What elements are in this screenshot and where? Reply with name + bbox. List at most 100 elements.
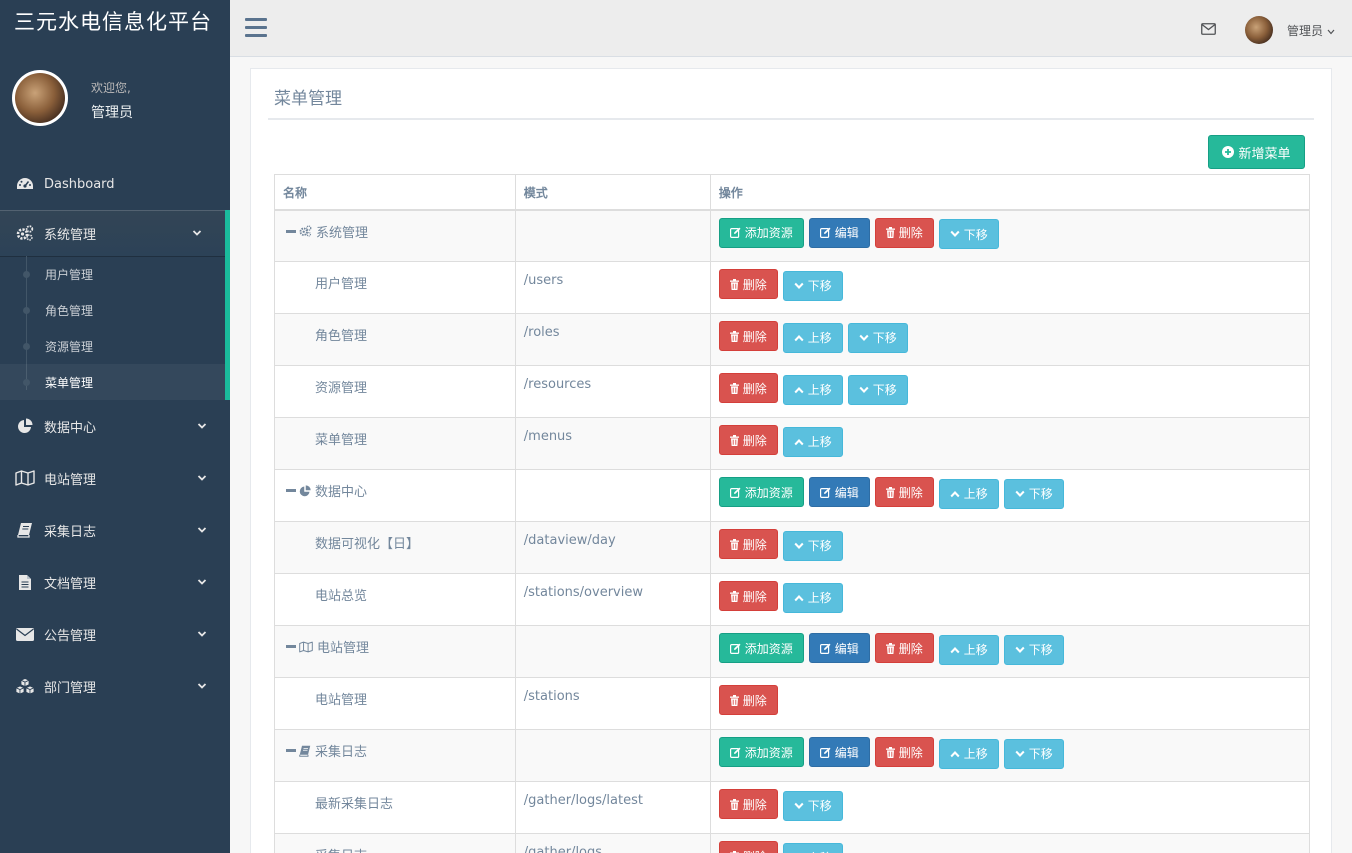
submenu-item[interactable]: 资源管理 xyxy=(0,328,225,364)
button-label: 下移 xyxy=(807,279,832,293)
delete-button[interactable]: 删除 xyxy=(718,373,778,403)
delete-button[interactable]: 删除 xyxy=(718,841,778,853)
move-down-button[interactable]: 下移 xyxy=(782,270,843,301)
edit-button[interactable]: 编辑 xyxy=(808,477,870,507)
delete-button[interactable]: 删除 xyxy=(718,529,778,559)
group-name-cell[interactable]: 系统管理 xyxy=(283,222,507,241)
dashboard-icon xyxy=(15,174,35,194)
pattern-cell: /stations xyxy=(514,677,711,730)
delete-button[interactable]: 删除 xyxy=(718,581,778,611)
sidebar-item-label: 文档管理 xyxy=(44,576,97,592)
edit-button[interactable]: 编辑 xyxy=(808,217,870,248)
delete-button[interactable]: 删除 xyxy=(874,633,934,663)
group-name-cell[interactable]: 数据中心 xyxy=(283,481,507,500)
add-menu-button[interactable]: 新增菜单 xyxy=(1208,135,1305,169)
delete-button[interactable]: 删除 xyxy=(718,425,778,455)
move-up-button[interactable]: 上移 xyxy=(782,322,843,353)
table-row: 数据可视化【日】 /dataview/day 删除 下移 xyxy=(274,521,1311,574)
user-dropdown[interactable]: 管理员 xyxy=(1287,22,1335,39)
brand-title[interactable]: 三元水电信息化平台 xyxy=(0,0,230,48)
chevron-down-icon xyxy=(794,802,808,810)
table-row: 电站管理/stations 删除 xyxy=(274,677,1311,730)
menu-toggle-icon[interactable] xyxy=(245,18,267,38)
add-resource-button[interactable]: 添加资源 xyxy=(718,217,804,248)
delete-button[interactable]: 删除 xyxy=(718,269,778,299)
actions-cell: 删除 xyxy=(709,677,1311,730)
button-label: 上移 xyxy=(963,643,988,657)
move-up-button[interactable]: 上移 xyxy=(938,738,999,769)
row-name: 用户管理 xyxy=(315,277,368,292)
move-down-button[interactable]: 下移 xyxy=(1003,738,1064,769)
sidebar-item-1[interactable]: 系统管理 xyxy=(0,210,230,256)
row-name: 电站管理 xyxy=(317,641,370,656)
submenu-item[interactable]: 用户管理 xyxy=(0,256,225,292)
name-cell: 菜单管理 xyxy=(274,417,516,470)
pattern-cell: /roles xyxy=(514,313,711,366)
cogs-icon xyxy=(299,225,312,237)
button-label: 上移 xyxy=(808,849,832,853)
trash-icon xyxy=(729,434,743,446)
edit-button[interactable]: 编辑 xyxy=(808,633,870,663)
button-label: 添加资源 xyxy=(744,641,793,656)
submenu-item[interactable]: 菜单管理 xyxy=(0,364,225,400)
sidebar: 三元水电信息化平台 欢迎您, 管理员 Dashboard 系统管理 用户管理 角色管理… xyxy=(0,0,230,853)
actions-cell: 添加资源 编辑 删除 下移 xyxy=(709,209,1311,262)
delete-button[interactable]: 删除 xyxy=(718,321,778,351)
collapse-icon[interactable] xyxy=(286,645,296,648)
column-header-pattern: 模式 xyxy=(514,174,711,211)
table-row: 资源管理/resources 删除 上移 下移 xyxy=(274,365,1311,418)
pie-chart-icon xyxy=(15,416,35,436)
chevron-down-icon xyxy=(794,542,808,550)
row-name: 系统管理 xyxy=(316,225,369,241)
move-down-button[interactable]: 下移 xyxy=(782,530,843,561)
move-up-button[interactable]: 上移 xyxy=(782,582,843,613)
chevron-up-icon xyxy=(794,594,808,602)
group-name-cell[interactable]: 电站管理 xyxy=(283,637,507,656)
move-down-button[interactable]: 下移 xyxy=(1003,478,1064,509)
collapse-icon[interactable] xyxy=(286,489,296,492)
move-up-button[interactable]: 上移 xyxy=(782,842,843,853)
add-resource-button[interactable]: 添加资源 xyxy=(718,737,804,767)
button-label: 编辑 xyxy=(834,641,859,656)
move-down-button[interactable]: 下移 xyxy=(1003,634,1064,665)
delete-button[interactable]: 删除 xyxy=(874,477,934,507)
move-down-button[interactable]: 下移 xyxy=(847,374,908,405)
pattern-cell: /stations/overview xyxy=(514,573,711,626)
move-down-button[interactable]: 下移 xyxy=(782,790,843,821)
name-cell: 采集日志 xyxy=(274,729,516,782)
submenu-item[interactable]: 角色管理 xyxy=(0,292,225,328)
sidebar-item-6[interactable]: 公告管理 xyxy=(0,608,230,660)
sidebar-item-5[interactable]: 文档管理 xyxy=(0,556,230,608)
move-up-button[interactable]: 上移 xyxy=(938,478,999,509)
sidebar-item-0[interactable]: Dashboard xyxy=(0,158,230,210)
avatar[interactable] xyxy=(1245,16,1273,44)
envelope-icon[interactable] xyxy=(1201,23,1216,35)
chevron-down-icon xyxy=(1015,490,1029,498)
collapse-icon[interactable] xyxy=(286,229,296,233)
chevron-down-icon xyxy=(197,475,207,481)
map-icon xyxy=(15,468,35,488)
move-down-button[interactable]: 下移 xyxy=(938,219,999,249)
chevron-up-icon xyxy=(950,490,964,498)
pattern-cell xyxy=(514,469,711,522)
move-up-button[interactable]: 上移 xyxy=(938,634,999,665)
delete-button[interactable]: 删除 xyxy=(718,789,778,819)
move-up-button[interactable]: 上移 xyxy=(782,374,843,405)
welcome-text: 欢迎您, xyxy=(91,80,131,95)
actions-cell: 删除 下移 xyxy=(709,521,1311,574)
move-down-button[interactable]: 下移 xyxy=(847,322,908,353)
add-resource-button[interactable]: 添加资源 xyxy=(718,633,804,663)
collapse-icon[interactable] xyxy=(286,749,296,752)
add-resource-button[interactable]: 添加资源 xyxy=(718,477,804,507)
sidebar-item-7[interactable]: 部门管理 xyxy=(0,660,230,712)
sidebar-item-4[interactable]: 采集日志 xyxy=(0,504,230,556)
sidebar-item-3[interactable]: 电站管理 xyxy=(0,452,230,504)
sidebar-item-2[interactable]: 数据中心 xyxy=(0,400,230,452)
delete-button[interactable]: 删除 xyxy=(874,217,934,248)
actions-cell: 删除 下移 xyxy=(709,781,1311,834)
group-name-cell[interactable]: 采集日志 xyxy=(283,741,507,760)
delete-button[interactable]: 删除 xyxy=(874,737,934,767)
delete-button[interactable]: 删除 xyxy=(718,685,778,715)
move-up-button[interactable]: 上移 xyxy=(782,426,843,457)
edit-button[interactable]: 编辑 xyxy=(808,737,870,767)
